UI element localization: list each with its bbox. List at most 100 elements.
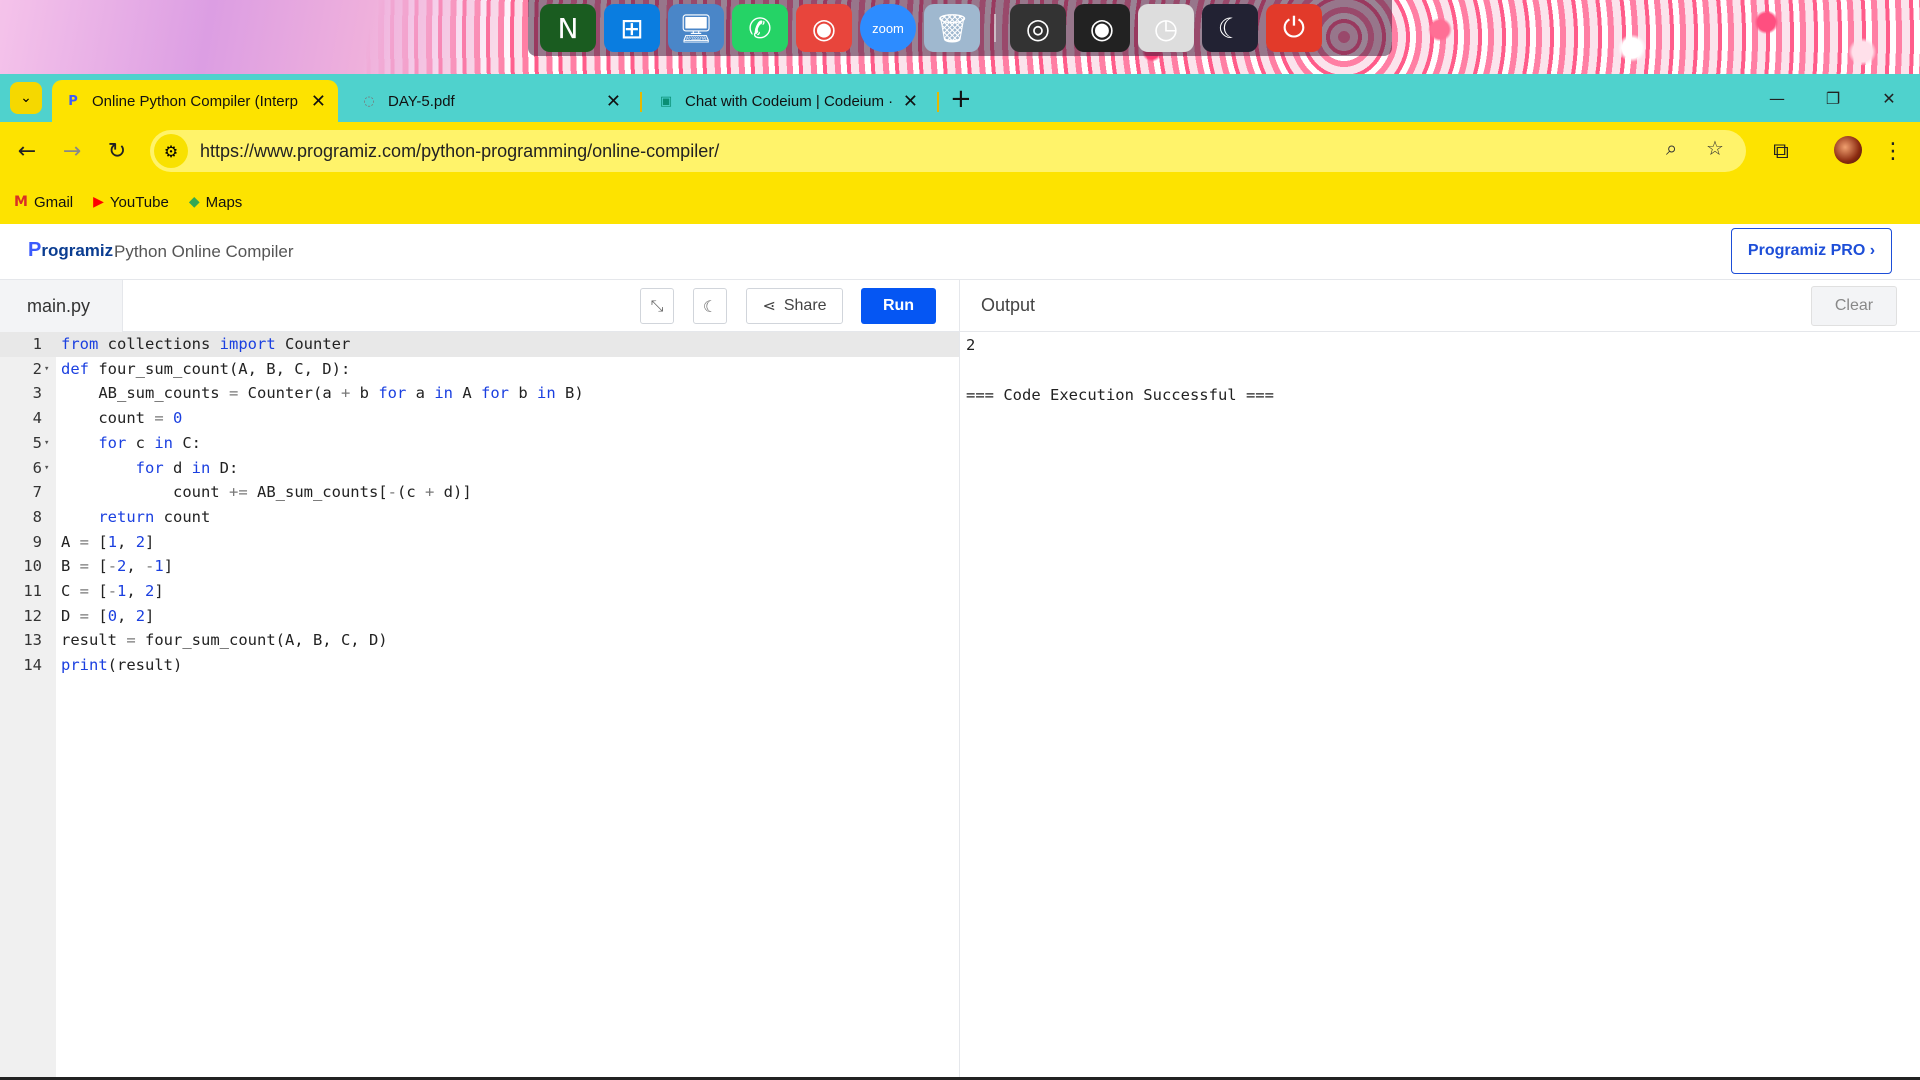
computer-icon[interactable]: 🖥 (668, 4, 724, 52)
close-tab-icon[interactable]: ✕ (311, 91, 326, 112)
fullscreen-collapse-icon[interactable]: ⤡ (640, 288, 674, 324)
site-info-icon[interactable]: ⚙ (154, 134, 188, 168)
code-text[interactable]: AB_sum_counts = Counter(a + b for a in A… (61, 381, 583, 406)
code-line[interactable]: 7 count += AB_sum_counts[-(c + d)] (0, 480, 959, 505)
tab-search-button[interactable]: ⌄ (10, 82, 42, 114)
nexus-icon[interactable]: N (540, 4, 596, 52)
line-number: 2 (32, 359, 42, 378)
code-text[interactable]: for d in D: (61, 456, 239, 481)
code-line[interactable]: 6 ▾ for d in D: (0, 456, 959, 481)
code-line[interactable]: 1 from collections import Counter (0, 332, 959, 357)
code-text[interactable]: for c in C: (61, 431, 201, 456)
new-tab-button[interactable]: + (950, 84, 972, 114)
forward-arrow-icon[interactable]: → (57, 136, 87, 166)
windows-icon[interactable]: ⊞ (604, 4, 660, 52)
editor-toolbar: main.py ⤡ ☾ ⋖ Share Run (0, 280, 959, 332)
bookmark-maps[interactable]: ◆ Maps (189, 194, 242, 211)
code-text[interactable]: A = [1, 2] (61, 530, 154, 555)
programiz-logo[interactable]: Programiz (28, 239, 113, 262)
code-line[interactable]: 10 B = [-2, -1] (0, 554, 959, 579)
code-text[interactable]: B = [-2, -1] (61, 554, 173, 579)
close-tab-icon[interactable]: ✕ (606, 91, 621, 112)
browser-tab-strip: ⌄ P Online Python Compiler (Interp ✕ ◌ D… (0, 74, 1920, 122)
code-text[interactable]: print(result) (61, 653, 182, 678)
code-line[interactable]: 8 return count (0, 505, 959, 530)
address-bar[interactable]: ⚙ https://www.programiz.com/python-progr… (150, 130, 1746, 172)
line-number: 10 (23, 557, 42, 576)
tab-separator (640, 92, 642, 112)
output-line: === Code Execution Successful === (966, 386, 1274, 404)
programiz-pro-button[interactable]: Programiz PRO › (1731, 228, 1892, 274)
chrome-icon[interactable]: ◉ (796, 4, 852, 52)
dark-mode-moon-icon[interactable]: ☾ (693, 288, 727, 324)
line-number: 12 (23, 606, 42, 625)
code-line[interactable]: 4 count = 0 (0, 406, 959, 431)
gmail-icon: M (14, 194, 28, 210)
fold-arrow-icon[interactable]: ▾ (44, 431, 49, 456)
site-header: Programiz Python Online Compiler Program… (0, 224, 1920, 280)
bookmark-label: YouTube (109, 193, 169, 211)
profile-avatar[interactable] (1834, 136, 1862, 164)
restore-window-icon[interactable]: ❐ (1805, 74, 1861, 122)
bookmark-gmail[interactable]: M Gmail (14, 194, 73, 211)
output-title: Output (981, 295, 1036, 315)
fold-arrow-icon[interactable]: ▾ (44, 456, 49, 481)
code-text[interactable]: from collections import Counter (61, 332, 350, 357)
code-line[interactable]: 12 D = [0, 2] (0, 604, 959, 629)
reload-icon[interactable]: ↻ (102, 136, 132, 166)
code-text[interactable]: return count (61, 505, 210, 530)
close-window-icon[interactable]: ✕ (1861, 74, 1917, 122)
camera-icon[interactable]: ◉ (1074, 4, 1130, 52)
close-tab-icon[interactable]: ✕ (903, 91, 918, 112)
code-line[interactable]: 5 ▾ for c in C: (0, 431, 959, 456)
speaker-icon[interactable]: ◎ (1010, 4, 1066, 52)
whatsapp-icon[interactable]: ✆ (732, 4, 788, 52)
browser-toolbar: ← → ↻ ⚙ https://www.programiz.com/python… (0, 122, 1920, 180)
back-arrow-icon[interactable]: ← (12, 136, 42, 166)
share-button[interactable]: ⋖ Share (746, 288, 843, 324)
code-line[interactable]: 3 AB_sum_counts = Counter(a + b for a in… (0, 381, 959, 406)
code-text[interactable]: count = 0 (61, 406, 182, 431)
clock-icon[interactable]: ◷ (1138, 4, 1194, 52)
recycle-bin-icon[interactable]: 🗑 (924, 4, 980, 52)
line-number: 7 (32, 483, 42, 502)
tab-separator (937, 92, 939, 112)
code-line[interactable]: 14 print(result) (0, 653, 959, 678)
code-editor[interactable]: 1 from collections import Counter 2 ▾ def fo… (0, 332, 959, 1077)
tab-title: DAY-5.pdf (388, 92, 455, 110)
line-number: 3 (32, 384, 42, 403)
browser-menu-icon[interactable]: ⋮ (1878, 136, 1908, 166)
bookmark-youtube[interactable]: ▶ YouTube (93, 194, 169, 211)
clear-button[interactable]: Clear (1811, 286, 1897, 326)
tab-chat-with-codeium[interactable]: ▣ Chat with Codeium | Codeium · ✕ (645, 80, 930, 122)
zoom-icon[interactable]: zoom (860, 4, 916, 52)
url-text[interactable]: https://www.programiz.com/python-program… (200, 141, 719, 162)
output-panel[interactable]: 2 === Code Execution Successful === (959, 332, 1920, 1077)
tab-online-python-compiler[interactable]: P Online Python Compiler (Interp ✕ (52, 80, 338, 122)
bookmarks-bar: M Gmail ▶ YouTube ◆ Maps (0, 180, 1920, 224)
programiz-favicon-icon: P (68, 93, 78, 109)
fold-arrow-icon[interactable]: ▾ (44, 357, 49, 382)
power-icon[interactable]: ⏻ (1266, 4, 1322, 52)
code-line[interactable]: 11 C = [-1, 2] (0, 579, 959, 604)
extensions-puzzle-icon[interactable]: ⧉ (1766, 136, 1796, 166)
tab-day-5-pdf[interactable]: ◌ DAY-5.pdf ✕ (348, 80, 633, 122)
monitor-moon-icon[interactable]: ☾ (1202, 4, 1258, 52)
code-text[interactable]: def four_sum_count(A, B, C, D): (61, 357, 350, 382)
run-button[interactable]: Run (861, 288, 936, 324)
code-text[interactable]: C = [-1, 2] (61, 579, 164, 604)
minimize-window-icon[interactable]: — (1749, 74, 1805, 122)
code-text[interactable]: result = four_sum_count(A, B, C, D) (61, 628, 388, 653)
codeium-favicon-icon: ▣ (659, 93, 673, 109)
globe-favicon-icon: ◌ (363, 93, 375, 109)
output-toolbar: Output Clear (959, 280, 1920, 332)
bookmark-star-icon[interactable]: ☆ (1706, 136, 1724, 160)
code-line[interactable]: 13 result = four_sum_count(A, B, C, D) (0, 628, 959, 653)
code-text[interactable]: D = [0, 2] (61, 604, 154, 629)
code-line[interactable]: 2 ▾ def four_sum_count(A, B, C, D): (0, 357, 959, 382)
file-tab-main-py[interactable]: main.py (0, 280, 123, 332)
code-text[interactable]: count += AB_sum_counts[-(c + d)] (61, 480, 472, 505)
zoom-magnifier-icon[interactable]: ⌕ (1666, 136, 1677, 160)
code-line[interactable]: 9 A = [1, 2] (0, 530, 959, 555)
line-number: 11 (23, 582, 42, 600)
